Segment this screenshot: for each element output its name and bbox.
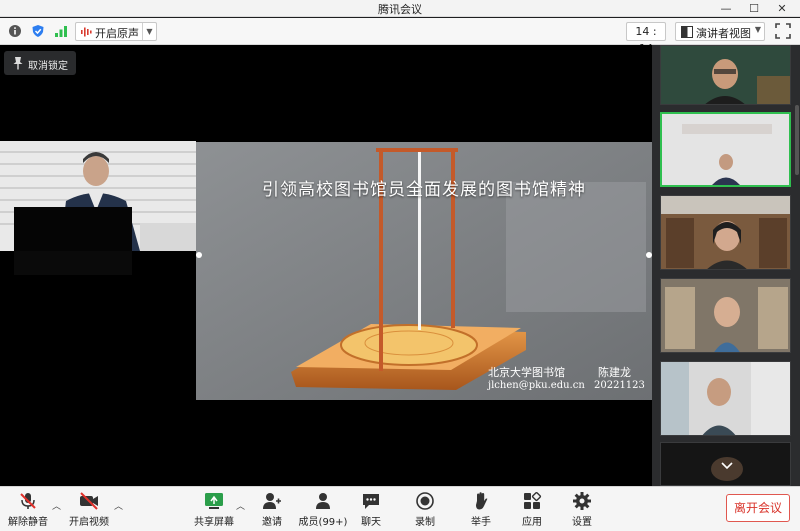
participant-tile[interactable] — [660, 195, 791, 270]
raise-hand-button[interactable]: 举手 — [464, 489, 498, 530]
unpin-button[interactable]: 取消锁定 — [4, 51, 76, 75]
gear-icon — [573, 492, 591, 510]
participant-video — [661, 46, 790, 104]
participant-video — [661, 362, 790, 435]
meeting-timer: 14 : 14 — [626, 22, 666, 55]
microphone-muted-icon — [20, 493, 36, 509]
raise-hand-icon — [476, 492, 488, 510]
network-signal-icon[interactable] — [54, 24, 68, 38]
monitor-screen-lower — [14, 251, 132, 275]
start-video-button[interactable]: 开启视频 — [66, 489, 112, 530]
leave-meeting-button[interactable]: 离开会议 — [726, 494, 790, 522]
unmute-label: 解除静音 — [8, 517, 48, 528]
meeting-window: 腾讯会议 — ☐ ✕ 开启原声 ▼ 14: 演讲者视图 ▼ 取消锁定 引领高校… — [0, 0, 800, 531]
record-label: 录制 — [415, 517, 435, 528]
main-stage: 取消锁定 引领高校图书馆员全面发展的图书馆精神 北京大学图书馆 陈建龙 jlch… — [0, 45, 652, 486]
chevron-up-icon[interactable]: ︿ — [52, 499, 61, 512]
slide-author: 陈建龙 — [598, 366, 631, 379]
share-screen-label: 共享屏幕 — [194, 517, 234, 528]
apps-button[interactable]: 应用 — [515, 489, 549, 530]
participant-video — [661, 443, 790, 485]
slide-date: 20221123 — [594, 380, 645, 391]
sound-wave-icon — [81, 27, 92, 37]
gallery-scrollbar[interactable] — [795, 105, 799, 175]
share-screen-icon — [205, 493, 223, 509]
unmute-button[interactable]: 解除静音 — [6, 489, 50, 530]
info-icon[interactable] — [8, 24, 22, 38]
participant-gallery — [652, 45, 800, 486]
control-bar: 解除静音 ︿ 开启视频 ︿ 共享屏幕 ︿ 邀请 成员(99+) 聊天 录制 举手… — [0, 486, 800, 531]
participant-tile[interactable] — [660, 361, 791, 436]
raise-hand-label: 举手 — [471, 517, 491, 528]
invite-user-icon — [263, 493, 281, 509]
unpin-label: 取消锁定 — [28, 61, 68, 72]
close-button[interactable]: ✕ — [772, 0, 792, 17]
settings-button[interactable]: 设置 — [565, 489, 599, 530]
participant-tile[interactable] — [660, 278, 791, 353]
participant-tile[interactable] — [660, 45, 791, 105]
participant-video — [661, 196, 790, 269]
chevron-down-icon: ▼ — [754, 25, 761, 34]
slide-email: jlchen@pku.edu.cn — [488, 380, 585, 391]
resize-handle-left[interactable] — [196, 252, 202, 258]
invite-label: 邀请 — [262, 517, 282, 528]
window-title: 腾讯会议 — [378, 3, 422, 16]
record-button[interactable]: 录制 — [408, 489, 442, 530]
fullscreen-icon[interactable] — [775, 23, 791, 39]
chat-button[interactable]: 聊天 — [354, 489, 388, 530]
speaker-video[interactable] — [0, 141, 196, 251]
participant-tile-active[interactable] — [660, 112, 791, 187]
chat-label: 聊天 — [361, 517, 381, 528]
participant-tile[interactable] — [660, 442, 791, 486]
record-icon — [416, 492, 434, 510]
chat-icon — [363, 494, 379, 509]
title-bar: 腾讯会议 — ☐ ✕ — [0, 0, 800, 17]
view-mode-label: 演讲者视图 — [696, 27, 751, 40]
slide-title: 引领高校图书馆员全面发展的图书馆精神 — [262, 180, 586, 200]
chevron-up-icon[interactable]: ︿ — [114, 499, 123, 512]
share-screen-button[interactable]: 共享屏幕 — [192, 489, 236, 530]
chevron-down-icon[interactable]: ▼ — [142, 23, 156, 40]
apps-grid-icon — [524, 491, 542, 509]
chevron-up-icon[interactable]: ︿ — [236, 499, 245, 512]
members-icon — [316, 493, 330, 509]
original-sound-label: 开启原声 — [95, 27, 139, 40]
pin-icon — [13, 57, 23, 70]
participant-video — [662, 114, 789, 185]
settings-label: 设置 — [572, 517, 592, 528]
security-shield-icon[interactable] — [31, 24, 45, 38]
members-label: 成员(99+) — [298, 517, 348, 528]
invite-button[interactable]: 邀请 — [255, 489, 289, 530]
participant-video — [661, 279, 790, 352]
camera-off-icon — [80, 492, 98, 510]
monitor-screen — [14, 207, 132, 251]
start-video-label: 开启视频 — [69, 517, 109, 528]
presentation-slide[interactable]: 引领高校图书馆员全面发展的图书馆精神 北京大学图书馆 陈建龙 jlchen@pk… — [196, 142, 652, 400]
meeting-toolbar: 开启原声 ▼ 14 : 14 演讲者视图 ▼ — [0, 18, 800, 55]
slide-organization: 北京大学图书馆 — [488, 366, 565, 379]
original-sound-button[interactable]: 开启原声 ▼ — [75, 22, 157, 41]
maximize-button[interactable]: ☐ — [744, 0, 764, 17]
minimize-button[interactable]: — — [716, 0, 736, 17]
speaker-view-icon — [681, 26, 693, 38]
apps-label: 应用 — [522, 517, 542, 528]
members-button[interactable]: 成员(99+) — [298, 489, 348, 530]
view-mode-button[interactable]: 演讲者视图 ▼ — [675, 22, 765, 41]
